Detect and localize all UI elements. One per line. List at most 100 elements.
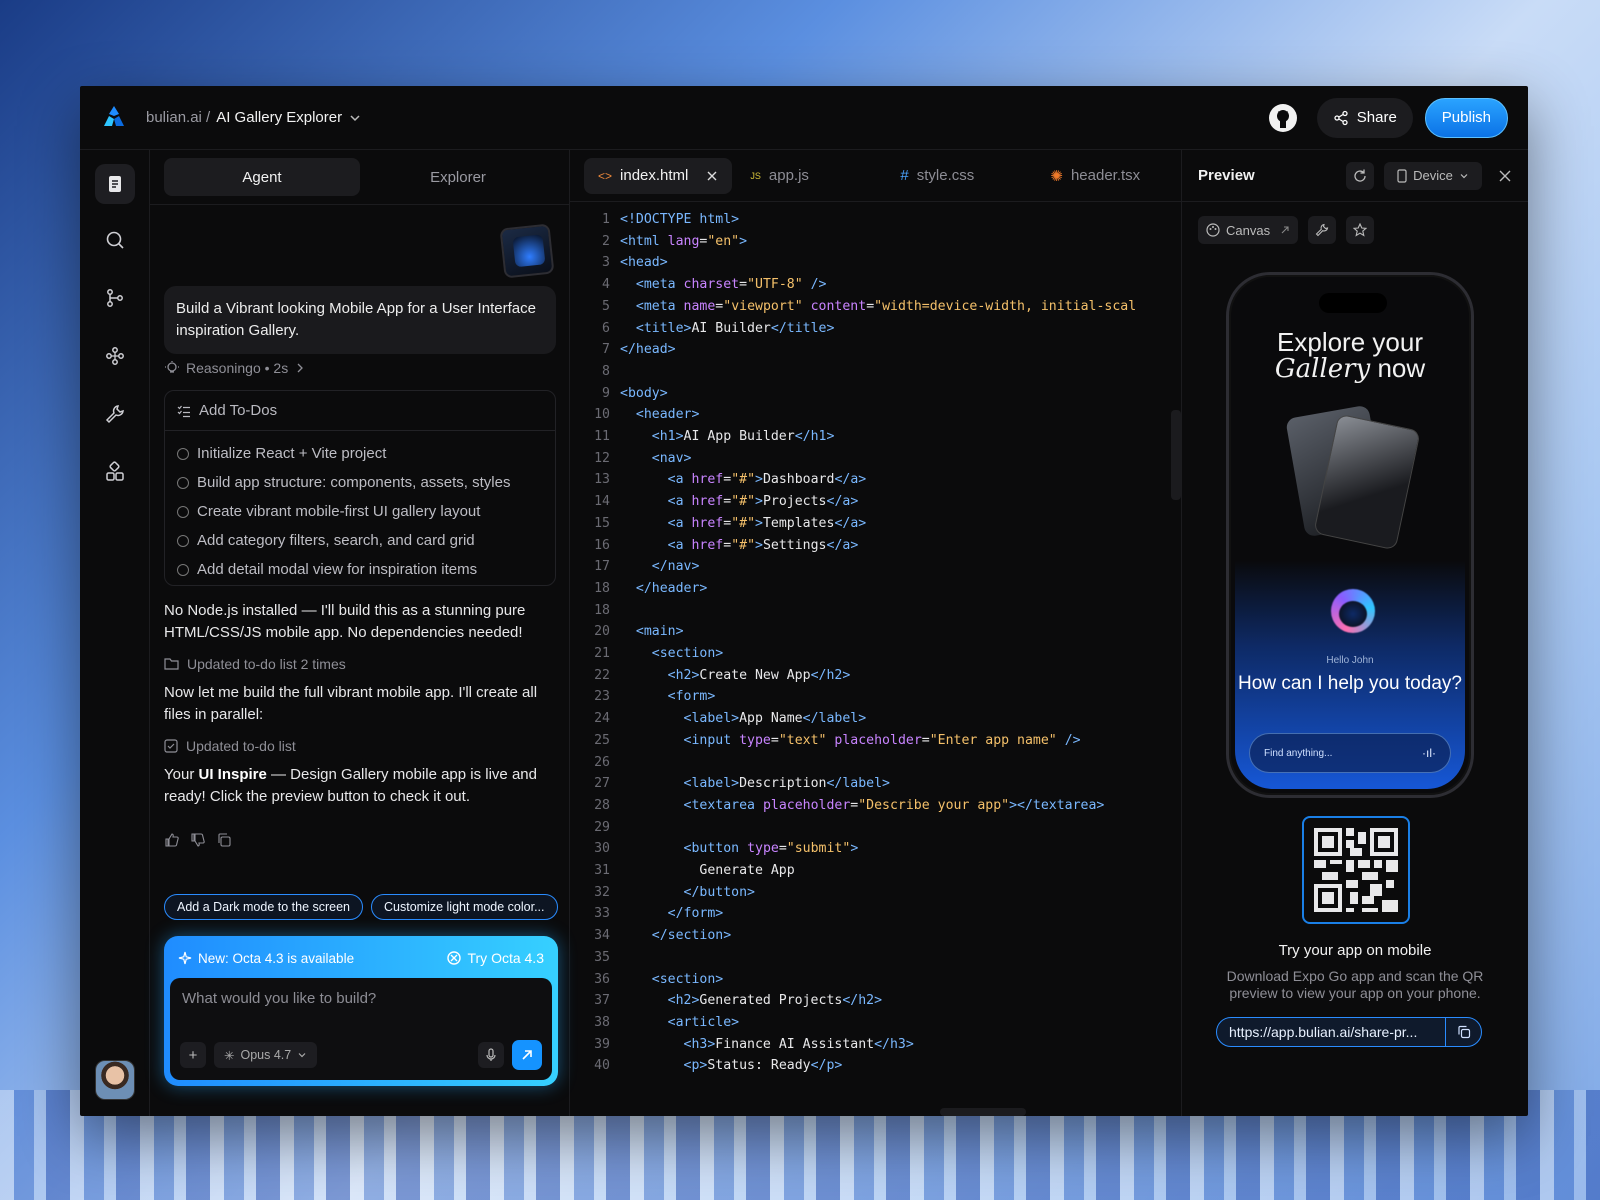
code-line[interactable]: <input type="text" placeholder="Enter ap… xyxy=(620,733,1081,748)
code-line[interactable]: <p>Status: Ready</p> xyxy=(620,1058,843,1073)
share-url-field[interactable]: https://app.bulian.ai/share-pr... xyxy=(1216,1017,1482,1047)
todo-item[interactable]: Create vibrant mobile-first UI gallery l… xyxy=(177,497,543,526)
close-icon[interactable] xyxy=(706,170,718,182)
code-editor: <> index.html JS app.js # style.css ✺ he… xyxy=(570,150,1182,1116)
refresh-icon[interactable] xyxy=(1346,161,1374,190)
attachment-thumbnail[interactable] xyxy=(499,223,555,279)
logo-icon[interactable] xyxy=(100,104,128,132)
tab-style-css[interactable]: # style.css xyxy=(886,158,1032,194)
checkbox-icon xyxy=(177,563,189,576)
code-line[interactable]: <main> xyxy=(620,624,684,639)
code-line[interactable]: <section> xyxy=(620,646,723,661)
tab-agent[interactable]: Agent xyxy=(164,158,360,196)
wrench-icon[interactable] xyxy=(95,394,135,434)
code-line[interactable]: <h2>Generated Projects</h2> xyxy=(620,993,882,1008)
components-icon[interactable] xyxy=(95,452,135,492)
nodes-icon[interactable] xyxy=(95,336,135,376)
copy-icon[interactable] xyxy=(216,832,232,848)
try-octa-button[interactable]: Try Octa 4.3 xyxy=(447,950,544,966)
copy-icon[interactable] xyxy=(1445,1018,1481,1046)
tab-index-html[interactable]: <> index.html xyxy=(584,157,733,194)
todo-item[interactable]: Add detail modal view for inspiration it… xyxy=(177,555,543,584)
code-line[interactable]: <article> xyxy=(620,1015,739,1030)
files-icon[interactable] xyxy=(95,164,135,204)
publish-button[interactable]: Publish xyxy=(1424,97,1508,138)
suggestion-chip[interactable]: Customize light mode color... xyxy=(371,894,558,920)
thumbs-up-icon[interactable] xyxy=(164,832,180,848)
todo-item[interactable]: Build app structure: components, assets,… xyxy=(177,468,543,497)
canvas-button[interactable]: Canvas xyxy=(1198,216,1299,244)
code-line[interactable]: <header> xyxy=(620,407,700,422)
code-line[interactable]: <h2>Create New App</h2> xyxy=(620,668,851,683)
code-token: <label> xyxy=(683,711,740,727)
code-token: </label> xyxy=(802,711,867,727)
suggestion-chip[interactable]: Add a Dark mode to the screen xyxy=(164,894,364,920)
device-selector[interactable]: Device xyxy=(1384,161,1482,190)
composer-input[interactable]: What would you like to build? + ✳ Opus 4… xyxy=(170,978,552,1080)
code-line[interactable]: <nav> xyxy=(620,451,692,466)
todo-item[interactable]: Add category filters, search, and card g… xyxy=(177,526,543,555)
code-line[interactable]: <section> xyxy=(620,972,723,987)
share-button[interactable]: Share xyxy=(1316,97,1413,138)
todo-item[interactable]: Initialize React + Vite project xyxy=(177,439,543,468)
star-icon[interactable] xyxy=(1346,216,1375,244)
plus-icon[interactable]: + xyxy=(180,1042,206,1068)
send-button[interactable] xyxy=(512,1040,542,1070)
code-line[interactable]: <head> xyxy=(620,255,668,270)
code-line[interactable]: <a href="#">Templates</a> xyxy=(620,516,867,531)
tab-explorer[interactable]: Explorer xyxy=(360,158,556,196)
code-line[interactable]: <form> xyxy=(620,689,716,704)
code-line[interactable]: <!DOCTYPE html> xyxy=(620,212,739,227)
github-icon[interactable] xyxy=(1268,103,1297,132)
code-line[interactable]: Generate App xyxy=(620,863,794,878)
wrench-icon[interactable] xyxy=(1308,216,1337,244)
qr-code xyxy=(1302,816,1410,924)
avatar[interactable] xyxy=(95,1060,135,1100)
code-line[interactable]: <meta name="viewport" content="width=dev… xyxy=(620,299,1136,314)
vertical-scrollbar[interactable] xyxy=(1171,410,1181,500)
todo-label: Build app structure: components, assets,… xyxy=(197,474,511,491)
horizontal-scrollbar[interactable] xyxy=(940,1108,1026,1116)
code-line[interactable]: <h1>AI App Builder</h1> xyxy=(620,429,835,444)
thumbs-down-icon[interactable] xyxy=(190,832,206,848)
tab-header-tsx[interactable]: ✺ header.tsx xyxy=(1036,158,1154,194)
code-line[interactable]: <label>Description</label> xyxy=(620,776,890,791)
code-line[interactable]: <body> xyxy=(620,386,668,401)
code-token: <html xyxy=(620,233,668,249)
search-icon[interactable] xyxy=(95,220,135,260)
lightbulb-icon xyxy=(164,360,180,376)
code-line[interactable]: <h3>Finance AI Assistant</h3> xyxy=(620,1037,914,1052)
code-line[interactable]: <html lang="en"> xyxy=(620,234,747,249)
microphone-icon[interactable] xyxy=(478,1042,504,1068)
tab-app-js[interactable]: JS app.js xyxy=(736,158,882,194)
headline-italic: Gallery xyxy=(1274,354,1371,384)
reasoning-row[interactable]: Reasoningo • 2s xyxy=(164,360,306,376)
code-line[interactable]: </header> xyxy=(620,581,707,596)
phone-search-input[interactable]: Find anything... ·ıl· xyxy=(1249,733,1451,773)
code-line[interactable]: <a href="#">Projects</a> xyxy=(620,494,859,510)
model-selector[interactable]: ✳ Opus 4.7 xyxy=(214,1042,318,1068)
close-icon[interactable] xyxy=(1498,169,1512,183)
code-line[interactable]: <title>AI Builder</title> xyxy=(620,321,835,336)
phone-screen[interactable]: Explore your Gallery now Hello John How … xyxy=(1235,281,1465,789)
phone-greeting: Hello John xyxy=(1326,655,1374,666)
breadcrumb[interactable]: bulian.ai / AI Gallery Explorer xyxy=(146,109,362,126)
line-number: 18 xyxy=(594,580,610,596)
code-line[interactable]: <meta charset="UTF-8" /> xyxy=(620,277,827,292)
code-line[interactable]: <label>App Name</label> xyxy=(620,711,867,727)
status-note: Updated to-do list xyxy=(164,738,296,754)
code-line[interactable]: <textarea placeholder="Describe your app… xyxy=(620,798,1105,813)
code-line[interactable]: <a href="#">Dashboard</a> xyxy=(620,472,867,487)
code-line[interactable]: </form> xyxy=(620,906,724,921)
code-line[interactable]: <a href="#">Settings</a> xyxy=(620,538,859,553)
code-token: <a xyxy=(667,494,692,510)
code-line[interactable]: </nav> xyxy=(620,559,700,574)
git-branch-icon[interactable] xyxy=(95,278,135,318)
code-line[interactable]: </head> xyxy=(620,342,676,357)
code-line[interactable]: </button> xyxy=(620,885,755,900)
code-line[interactable]: <button type="submit"> xyxy=(620,841,859,856)
share-url[interactable]: https://app.bulian.ai/share-pr... xyxy=(1217,1024,1445,1040)
code-line[interactable]: </section> xyxy=(620,928,731,943)
